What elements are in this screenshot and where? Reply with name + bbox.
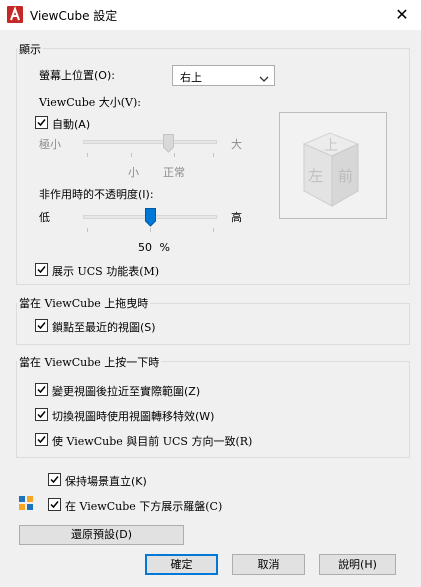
ucs-menu-label: 展示 UCS 功能表(M) <box>52 265 160 278</box>
help-button[interactable]: 說明(H) <box>319 554 396 575</box>
opacity-label: 非作用時的不透明度(I): <box>39 188 154 201</box>
cube-size-tick <box>87 153 88 157</box>
opacity-value: 50 % <box>138 241 170 254</box>
cube-size-label: ViewCube 大小(V): <box>39 96 141 109</box>
opacity-high-label: 高 <box>231 211 242 224</box>
cube-size-tick <box>174 153 175 157</box>
clicking-group-label: 當在 ViewCube 上按一下時 <box>17 354 162 370</box>
zoom-extents-checkbox[interactable] <box>35 383 48 396</box>
size-min-label: 極小 <box>39 138 61 151</box>
opacity-tick <box>213 228 214 232</box>
opacity-low-label: 低 <box>39 211 50 224</box>
orient-to-ucs-checkbox[interactable] <box>35 433 48 446</box>
cube-face-left: 左 <box>308 167 324 185</box>
screen-position-value: 右上 <box>180 71 202 84</box>
cube-face-top: 上 <box>324 138 338 154</box>
screen-position-select[interactable]: 右上 <box>172 65 275 86</box>
snap-checkbox[interactable] <box>35 319 48 332</box>
zoom-extents-label: 變更視圖後拉近至實際範圍(Z) <box>52 385 201 398</box>
cube-size-tick <box>131 153 132 157</box>
snap-label: 鎖點至最近的視圖(S) <box>52 321 156 334</box>
screen-position-label: 螢幕上位置(O): <box>39 69 115 82</box>
auto-size-label: 自動(A) <box>52 118 91 131</box>
compass-icon <box>18 495 34 514</box>
ucs-menu-checkbox[interactable] <box>35 263 48 276</box>
cancel-button[interactable]: 取消 <box>232 554 305 575</box>
opacity-tick <box>87 228 88 232</box>
view-transition-checkbox[interactable] <box>35 408 48 421</box>
autocad-app-icon <box>7 6 23 23</box>
auto-size-checkbox[interactable] <box>35 116 48 129</box>
keep-upright-checkbox[interactable] <box>48 473 61 486</box>
dragging-group-label: 當在 ViewCube 上拖曳時 <box>17 295 151 311</box>
cube-size-slider-thumb[interactable] <box>163 134 174 156</box>
cube-size-slider-track[interactable] <box>83 140 217 144</box>
cube-face-front: 前 <box>338 167 354 185</box>
opacity-number: 50 <box>138 241 152 254</box>
chevron-down-icon <box>259 72 269 85</box>
size-normal-label: 正常 <box>163 166 185 179</box>
opacity-slider-thumb[interactable] <box>145 208 156 230</box>
opacity-tick <box>150 228 151 232</box>
viewcube-preview: 上 左 前 <box>279 112 387 219</box>
orient-to-ucs-label: 使 ViewCube 與目前 UCS 方向一致(R) <box>52 435 253 448</box>
view-transition-label: 切換視圖時使用視圖轉移特效(W) <box>52 410 215 423</box>
restore-defaults-button[interactable]: 還原預設(D) <box>19 525 184 545</box>
keep-upright-label: 保持場景直立(K) <box>65 475 147 488</box>
display-group-label: 顯示 <box>17 41 43 57</box>
cube-size-tick <box>213 153 214 157</box>
opacity-unit: % <box>159 241 170 254</box>
ok-button[interactable]: 確定 <box>145 554 218 575</box>
window-title: ViewCube 設定 <box>30 9 118 23</box>
close-button[interactable]: ✕ <box>389 3 415 27</box>
title-bar: ViewCube 設定 ✕ <box>0 0 421 30</box>
show-compass-checkbox[interactable] <box>48 498 61 511</box>
size-small-label: 小 <box>128 166 139 179</box>
size-max-label: 大 <box>231 138 242 151</box>
show-compass-label: 在 ViewCube 下方展示羅盤(C) <box>65 500 223 513</box>
